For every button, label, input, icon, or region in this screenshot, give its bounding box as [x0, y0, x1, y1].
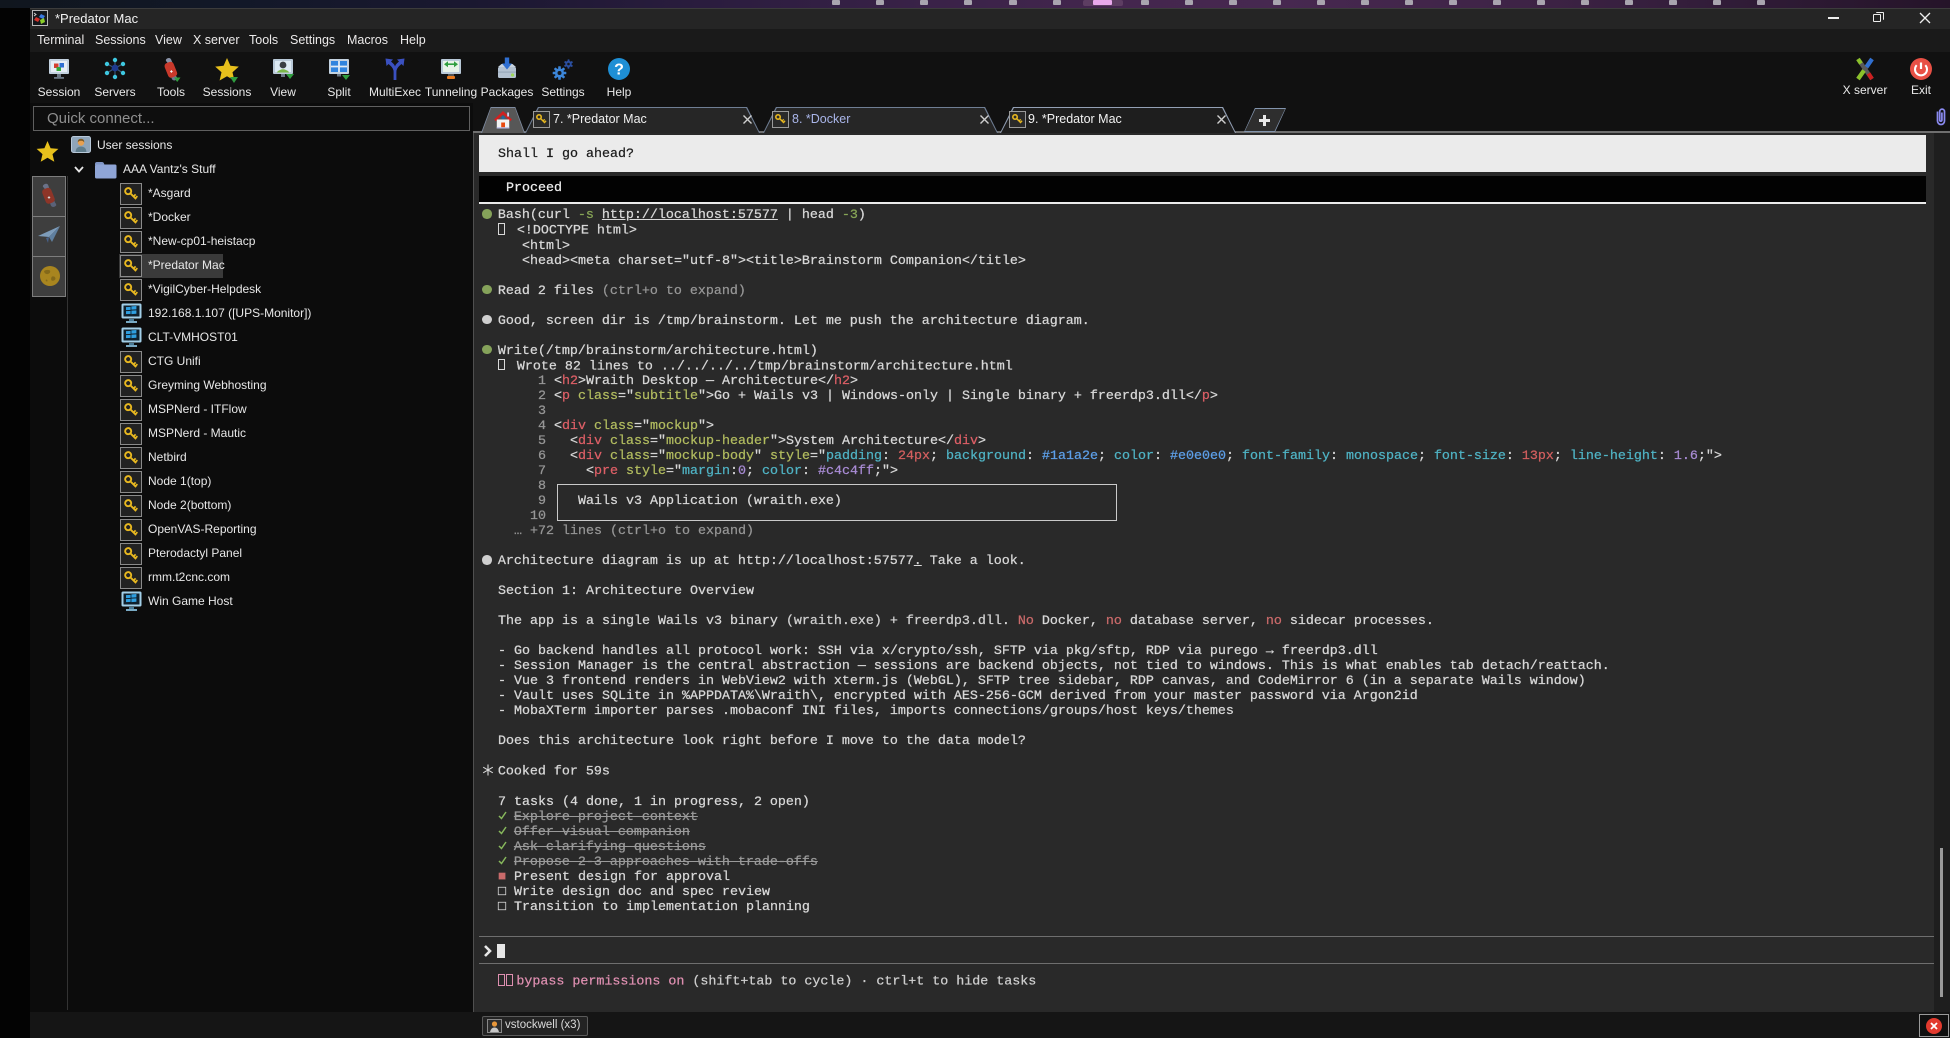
svg-text:?: ? — [614, 62, 624, 79]
